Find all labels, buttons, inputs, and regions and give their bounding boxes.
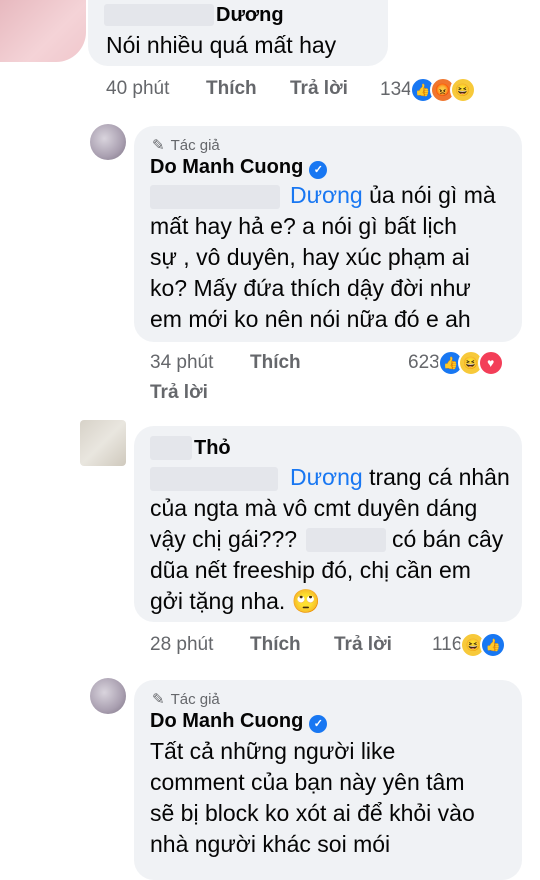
comment-line: vậy chị gái???: [150, 526, 298, 552]
avatar[interactable]: [0, 0, 86, 62]
reaction-count: 623: [408, 352, 440, 373]
comment-time[interactable]: 28 phút: [150, 634, 213, 656]
like-button[interactable]: Thích: [250, 634, 301, 656]
reply-button[interactable]: Trả lời: [150, 382, 208, 404]
redacted-name: [104, 4, 214, 26]
author-badge: ✎ Tác giả: [152, 136, 220, 155]
comment-line: dũa nết freeship đó, chị cần em: [150, 557, 471, 583]
reply-button[interactable]: Trả lời: [290, 78, 348, 100]
comment-time[interactable]: 34 phút: [150, 352, 213, 374]
reaction-summary[interactable]: 623 👍 😆 ♥: [408, 349, 504, 377]
comment-line: ko? Mấy đứa thích dậy đời như: [150, 275, 471, 301]
verified-icon: ✓: [309, 160, 328, 179]
pencil-icon: ✎: [152, 691, 165, 708]
comment-line: sự , vô duyên, hay xúc phạm ai: [150, 244, 470, 270]
reaction-summary[interactable]: 134 👍 😡 😆: [380, 76, 476, 104]
pencil-icon: ✎: [152, 137, 165, 154]
comment-line: sẽ bị block ko xót ai để khỏi vào: [150, 800, 475, 826]
redacted-name: [150, 436, 192, 460]
comment-author[interactable]: Dương: [216, 4, 284, 27]
comment-time[interactable]: 40 phút: [106, 78, 169, 100]
reply-button[interactable]: Trả lời: [334, 634, 392, 656]
reaction-count: 116: [432, 634, 463, 655]
author-badge: ✎ Tác giả: [152, 690, 220, 709]
avatar[interactable]: [80, 420, 126, 466]
mention-link[interactable]: Dương: [290, 464, 363, 490]
comment-line: comment của bạn này yên tâm: [150, 769, 465, 795]
comment-text: Dương ủa nói gì mà: [290, 182, 496, 208]
author-avatar[interactable]: [90, 678, 126, 714]
comment-author[interactable]: Thỏ: [194, 437, 231, 460]
redacted-name: [306, 528, 386, 552]
love-icon: ♥: [477, 350, 504, 376]
comment-line: của ngta mà vô cmt duyên dáng: [150, 495, 478, 521]
haha-icon: 😆: [449, 77, 476, 103]
rolling-eyes-emoji: 🙄: [291, 588, 321, 614]
comment-author[interactable]: Do Manh Cuong ✓: [150, 156, 328, 179]
mention-link[interactable]: Dương: [290, 182, 363, 208]
comment-line: Tất cả những người like: [150, 738, 396, 764]
reaction-summary[interactable]: 116 😆 👍: [432, 631, 507, 659]
author-avatar[interactable]: [90, 124, 126, 160]
like-icon: 👍: [480, 632, 507, 658]
comment-line: em mới ko nên nói nữa đó e ah: [150, 306, 471, 332]
like-button[interactable]: Thích: [250, 352, 301, 374]
comment-line: mất hay hả e? a nói gì bất lịch: [150, 213, 457, 239]
reaction-count: 134: [380, 79, 412, 100]
comment-author[interactable]: Do Manh Cuong ✓: [150, 710, 328, 733]
comment-line: có bán cây: [392, 526, 504, 552]
verified-icon: ✓: [309, 714, 328, 733]
comment-line: gởi tặng nha. 🙄: [150, 588, 321, 614]
redacted-name: [150, 467, 278, 491]
like-button[interactable]: Thích: [206, 78, 257, 100]
comment-line: nhà người khác soi mói: [150, 831, 391, 857]
comment-text: Nói nhiều quá mất hay: [106, 32, 337, 58]
redacted-name: [150, 185, 280, 209]
comment-text: Dương trang cá nhân: [290, 464, 510, 490]
